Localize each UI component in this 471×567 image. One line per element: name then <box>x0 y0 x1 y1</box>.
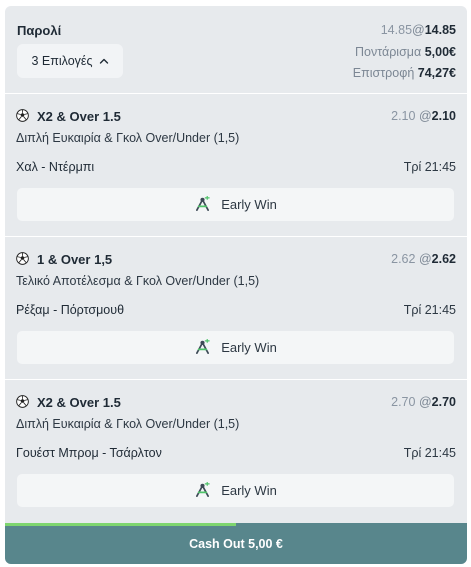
selection-item: 1 & Over 1,5 2.62 @2.62 Τελικό Αποτέλεσμ… <box>5 237 467 380</box>
selection-teams[interactable]: Γουέστ Μπρομ - Τσάρλτον <box>16 446 162 460</box>
early-win-icon <box>196 482 210 498</box>
chevron-up-icon <box>99 58 108 64</box>
parlay-odds-current: 14.85 <box>424 23 456 37</box>
early-win-icon <box>196 196 210 212</box>
return-value: 74,27€ <box>417 66 456 80</box>
stake-label: Ποντάρισμα <box>354 45 422 59</box>
return-row: Επιστροφή 74,27€ <box>353 66 456 80</box>
early-win-label: Early Win <box>221 197 277 212</box>
selection-odds-original: 2.10 <box>391 109 416 123</box>
parlay-odds-original: 14.85 <box>380 23 413 37</box>
cash-out-progress-bar <box>5 523 236 526</box>
cash-out-button[interactable]: Cash Out 5,00 € <box>5 523 467 564</box>
selection-item: X2 & Over 1.5 2.70 @2.70 Διπλή Ευκαιρία … <box>5 380 467 523</box>
selection-odds-at: @ <box>418 252 432 266</box>
selection-description: Διπλή Ευκαιρία & Γκολ Over/Under (1,5) <box>16 417 240 431</box>
early-win-label: Early Win <box>221 483 277 498</box>
return-label: Επιστροφή <box>352 66 415 80</box>
selection-item: X2 & Over 1.5 2.10 @2.10 Διπλή Ευκαιρία … <box>5 94 467 237</box>
parlay-odds-at: @ <box>412 23 425 37</box>
soccer-ball-icon <box>16 395 29 408</box>
selections-toggle-button[interactable]: 3 Επιλογές <box>17 44 123 78</box>
selection-market: 1 & Over 1,5 <box>37 252 113 267</box>
early-win-label: Early Win <box>221 340 277 355</box>
selection-odds: 2.70 @2.70 <box>391 395 456 409</box>
parlay-odds: 14.85@14.85 <box>381 23 456 37</box>
stake-row: Ποντάρισμα 5,00€ <box>355 45 456 59</box>
selection-description: Τελικό Αποτέλεσμα & Γκολ Over/Under (1,5… <box>16 274 260 288</box>
selection-description: Διπλή Ευκαιρία & Γκολ Over/Under (1,5) <box>16 131 240 145</box>
early-win-button[interactable]: Early Win <box>17 331 454 364</box>
cash-out-label: Cash Out 5,00 € <box>189 536 283 551</box>
selection-odds-original: 2.62 <box>391 252 416 266</box>
early-win-icon <box>196 339 210 355</box>
bet-slip-card: Παρολί 3 Επιλογές 14.85@14.85 Ποντάρισμα… <box>5 6 467 564</box>
selection-time: Τρί 21:45 <box>403 446 456 460</box>
selection-odds-current: 2.10 <box>431 109 456 123</box>
selection-odds: 2.10 @2.10 <box>391 109 456 123</box>
selection-time: Τρί 21:45 <box>403 160 456 174</box>
selection-market: X2 & Over 1.5 <box>37 109 121 124</box>
parlay-header: Παρολί 3 Επιλογές 14.85@14.85 Ποντάρισμα… <box>5 6 467 94</box>
early-win-button[interactable]: Early Win <box>17 188 454 221</box>
selection-time: Τρί 21:45 <box>403 303 456 317</box>
parlay-title: Παρολί <box>17 23 62 38</box>
selection-odds-current: 2.62 <box>431 252 456 266</box>
selections-toggle-label: 3 Επιλογές <box>31 54 93 68</box>
soccer-ball-icon <box>16 109 29 122</box>
selection-odds-at: @ <box>418 395 432 409</box>
soccer-ball-icon <box>16 252 29 265</box>
selection-odds-current: 2.70 <box>431 395 456 409</box>
selection-teams[interactable]: Ρέξαμ - Πόρτσμουθ <box>16 303 124 317</box>
selection-market: X2 & Over 1.5 <box>37 395 121 410</box>
selection-odds-original: 2.70 <box>391 395 416 409</box>
selection-teams[interactable]: Χαλ - Ντέρμπι <box>16 160 94 174</box>
selection-odds: 2.62 @2.62 <box>391 252 456 266</box>
stake-value: 5,00€ <box>424 45 456 59</box>
selection-odds-at: @ <box>418 109 432 123</box>
early-win-button[interactable]: Early Win <box>17 474 454 507</box>
